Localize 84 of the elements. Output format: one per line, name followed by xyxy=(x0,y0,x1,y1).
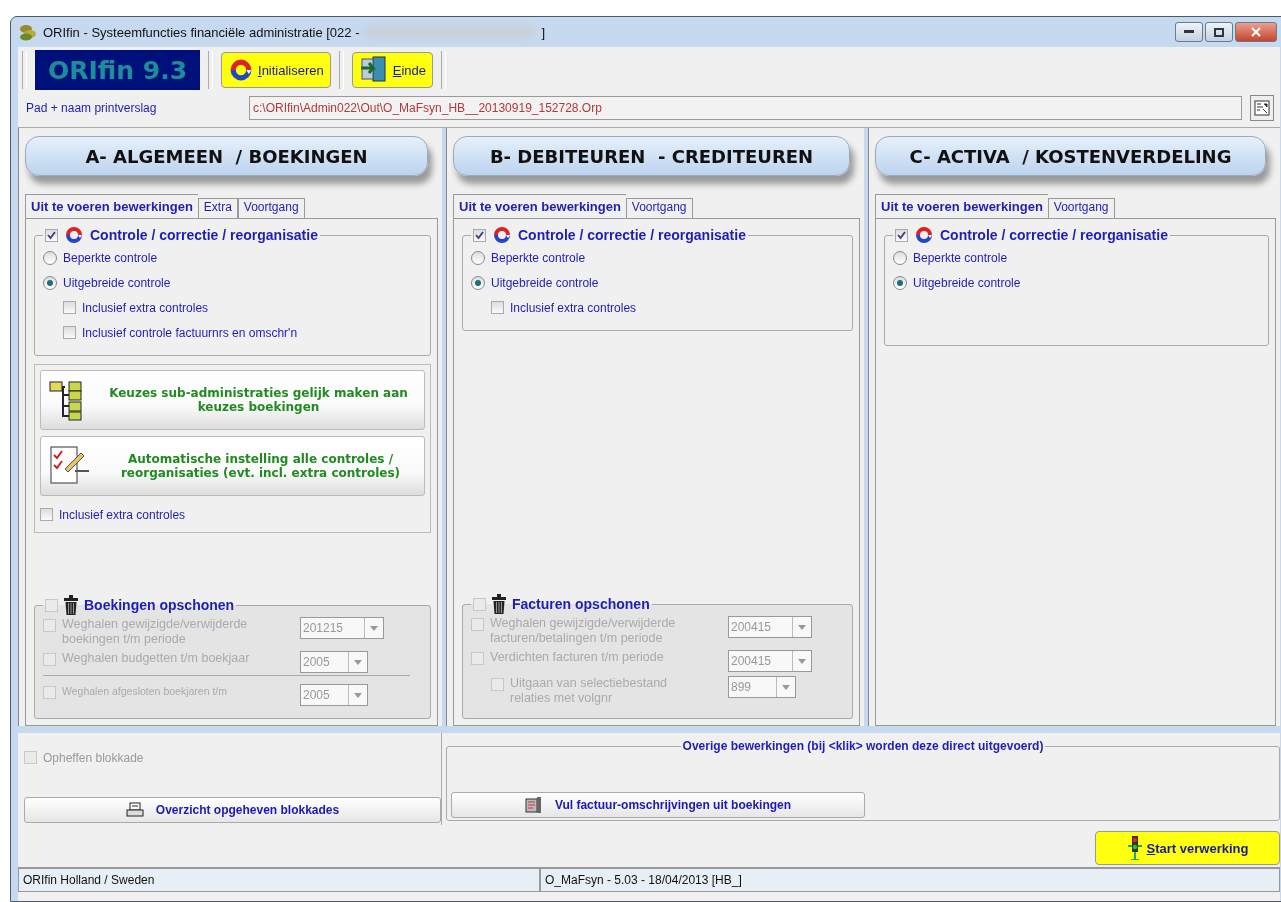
checkbox[interactable] xyxy=(895,228,908,242)
radio-label: Beperkte controle xyxy=(913,250,1008,265)
group-title: Controle / correctie / reorganisatie xyxy=(518,227,746,243)
toolbar-button[interactable]: Einde xyxy=(351,52,434,88)
status-text: O_MaFsyn - 5.03 - 18/04/2013 [HB_] xyxy=(540,868,1280,892)
action-button[interactable]: Vul factuur-omschrijvingen uit boekingen xyxy=(451,792,865,818)
section-heading: B- DEBITEUREN - CREDITEUREN xyxy=(453,136,850,176)
maximize-icon xyxy=(1214,27,1224,37)
maximize-button[interactable] xyxy=(1205,22,1233,42)
refresh-icon xyxy=(914,225,934,245)
start-button[interactable]: Start verwerking xyxy=(1095,831,1280,865)
checkbox[interactable] xyxy=(63,326,76,339)
tab[interactable]: Voortgang xyxy=(625,198,693,218)
tab[interactable]: Voortgang xyxy=(1047,198,1115,218)
radio-button[interactable] xyxy=(893,250,907,265)
overview-button[interactable]: Overzicht opgeheven blokkades xyxy=(24,797,441,823)
caret-icon xyxy=(798,658,806,664)
document-icon xyxy=(524,796,543,814)
group-title: Controle / correctie / reorganisatie xyxy=(90,227,318,243)
app-logo: ORIfin 9.3 xyxy=(35,50,200,90)
checkbox[interactable] xyxy=(40,508,53,521)
radio-label: Beperkte controle xyxy=(491,250,586,265)
radio-button[interactable] xyxy=(471,275,485,290)
action-button[interactable]: Keuzes sub-administraties gelijk maken aan keuzes boekingen xyxy=(40,370,425,430)
minimize-button[interactable] xyxy=(1175,22,1203,42)
caret-icon xyxy=(798,624,806,630)
close-button[interactable] xyxy=(1235,22,1277,42)
path-field[interactable]: c:\ORIfin\Admin022\Out\O_MaFsyn_HB__20130919_152728.Orp xyxy=(249,96,1242,120)
field-label: Pad + naam printverslag xyxy=(26,101,158,115)
caret-icon xyxy=(354,692,362,698)
radio-button[interactable] xyxy=(893,275,907,290)
checkbox-label: Opheffen blokkade xyxy=(43,750,144,765)
checkbox-label: Weghalen budgetten t/m boekjaar xyxy=(62,651,251,666)
checkbox[interactable] xyxy=(491,301,504,314)
radio-button[interactable] xyxy=(43,250,57,265)
radio-label: Beperkte controle xyxy=(63,250,158,265)
checkbox-label: Weghalen gewijzigde/verwijderde boekingen t/m periode xyxy=(62,617,249,647)
checkbox-label: Uitgaan van selectiebestand relaties met volgnr xyxy=(510,676,669,706)
radio-label: Uitgebreide controle xyxy=(63,275,171,290)
trash-icon xyxy=(64,595,78,615)
caret-icon xyxy=(370,625,378,631)
radio-button[interactable] xyxy=(43,275,57,290)
close-icon xyxy=(1251,27,1261,37)
window-title: ] xyxy=(541,24,546,40)
radio-label: Uitgebreide controle xyxy=(491,275,599,290)
caret-icon xyxy=(782,684,790,690)
checkbox-label: Inclusief extra controles xyxy=(82,300,209,315)
section-heading: A- ALGEMEEN / BOEKINGEN xyxy=(25,136,428,176)
tab[interactable]: Uit te voeren bewerkingen xyxy=(453,194,626,218)
checkbox[interactable] xyxy=(63,301,76,314)
checkbox-label: Inclusief extra controles xyxy=(510,300,637,315)
caret-icon xyxy=(354,659,362,665)
checkbox-label: Weghalen afgesloten boekjaren t/m xyxy=(62,684,228,699)
action-button[interactable]: Automatische instelling alle controles / reorganisaties (evt. incl. extra controles) xyxy=(40,436,425,496)
checkbox-label: Verdichten facturen t/m periode xyxy=(490,650,665,665)
group-title: Boekingen opschonen xyxy=(84,597,235,613)
checkbox-label: Inclusief extra controles xyxy=(59,507,186,522)
tab[interactable]: Uit te voeren bewerkingen xyxy=(25,194,198,218)
group-title: Controle / correctie / reorganisatie xyxy=(940,227,1168,243)
trash-icon xyxy=(492,594,506,614)
browse-button[interactable] xyxy=(1250,95,1274,121)
radio-label: Uitgebreide controle xyxy=(913,275,1021,290)
checkbox[interactable] xyxy=(473,228,486,242)
section-heading: C- ACTIVA / KOSTENVERDELING xyxy=(875,136,1266,176)
checkbox-label: Inclusief controle factuurnrs en omschr'n xyxy=(82,325,298,340)
refresh-icon xyxy=(492,225,512,245)
coins-icon xyxy=(19,23,37,41)
tab[interactable]: Extra xyxy=(197,198,238,218)
window-title: ORIfin - Systeemfuncties financiële administratie [022 - xyxy=(43,24,360,40)
radio-button[interactable] xyxy=(471,250,485,265)
toolbar-button[interactable]: Initialiseren xyxy=(221,52,331,88)
tab[interactable]: Voortgang xyxy=(237,198,305,218)
status-text: ORIfin Holland / Sweden xyxy=(18,868,540,892)
group-title: Facturen opschonen xyxy=(512,596,650,612)
tab[interactable]: Uit te voeren bewerkingen xyxy=(875,194,1048,218)
refresh-icon xyxy=(228,57,254,83)
minimize-icon xyxy=(1184,30,1194,34)
group-title: Overige bewerkingen (bij <klik> worden deze direct uitgevoerd) xyxy=(681,739,1045,753)
checkbox-label: Weghalen gewijzigde/verwijderde facturen/betalingen t/m periode xyxy=(490,616,677,646)
checkbox[interactable] xyxy=(45,228,58,242)
refresh-icon xyxy=(64,225,84,245)
exit-door-icon xyxy=(358,56,389,84)
traffic-light-icon xyxy=(1126,836,1143,860)
printer-icon xyxy=(125,802,144,818)
